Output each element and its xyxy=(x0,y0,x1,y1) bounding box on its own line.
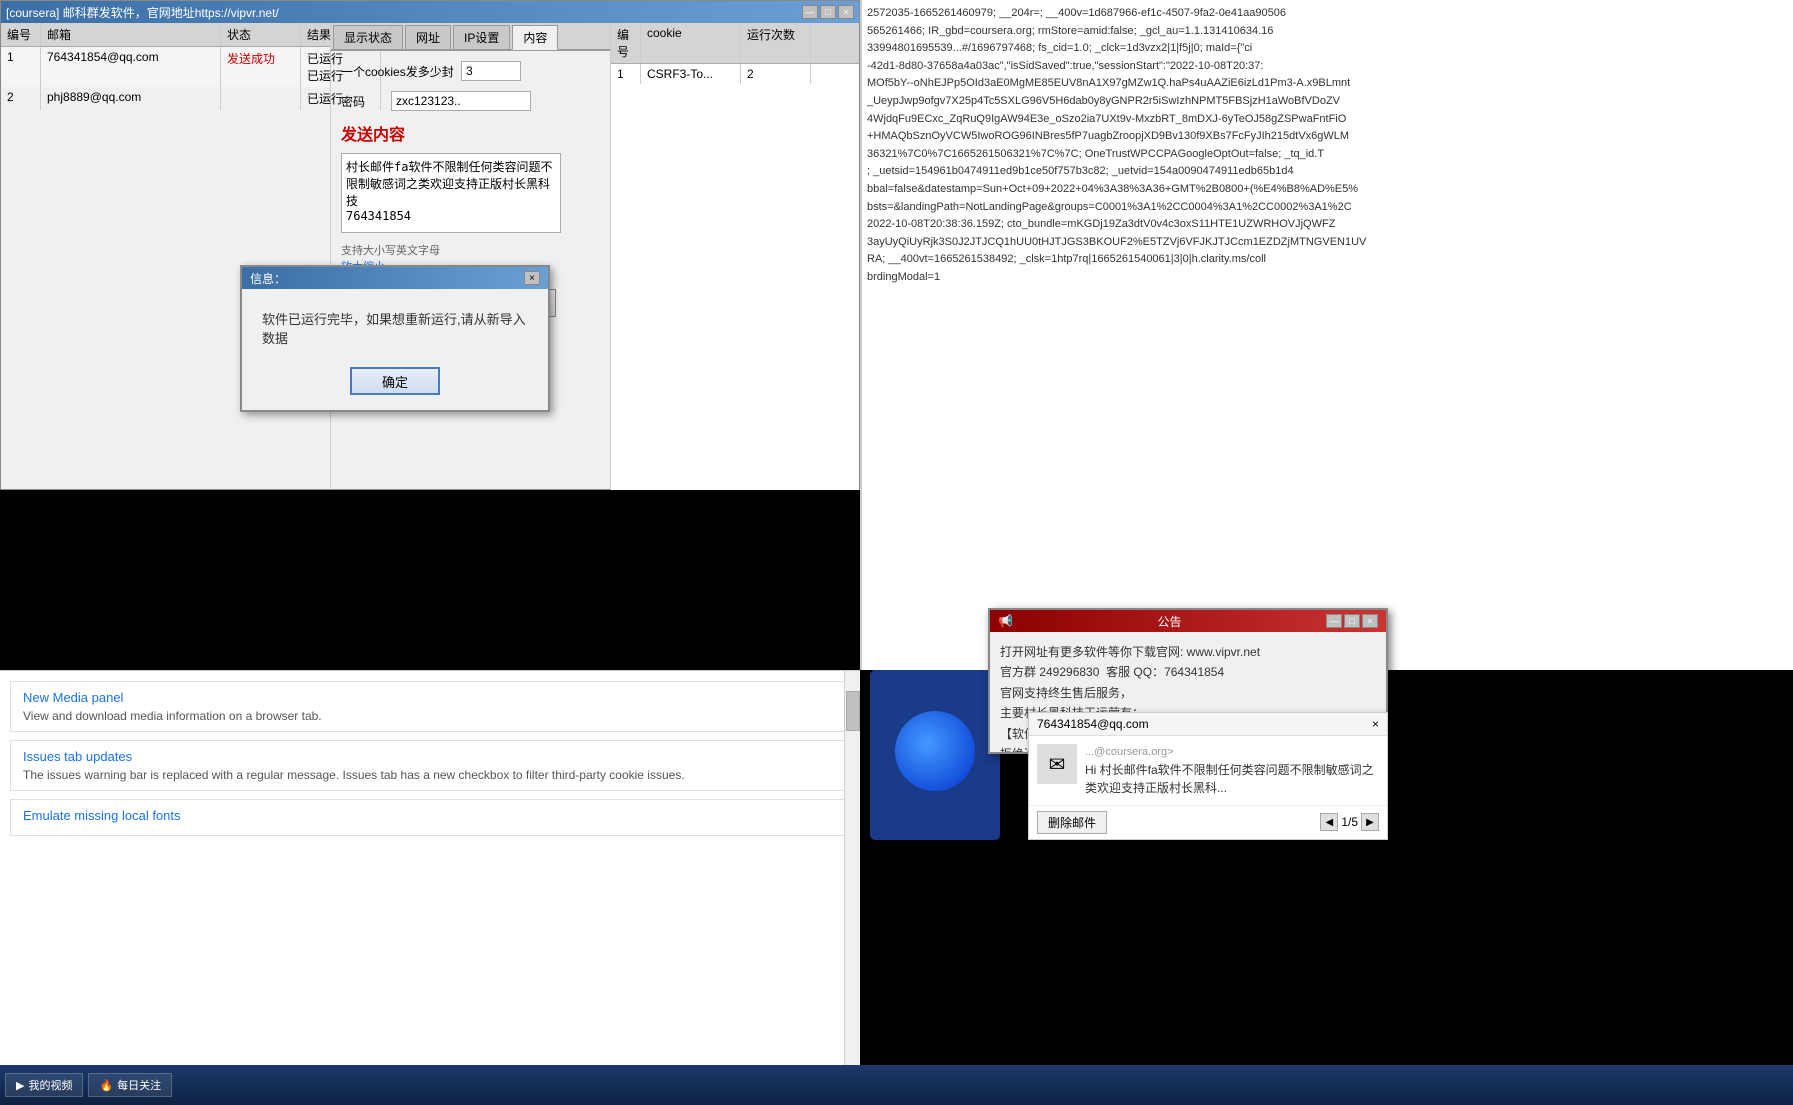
hint-text: 支持大小写英文字母 xyxy=(341,242,600,258)
log-text: 2572035-1665261460979; __204r=; __400v=1… xyxy=(867,5,1788,287)
password-row: 密码 xyxy=(341,91,600,111)
table-row[interactable]: 2 phj8889@qq.com 已运行 xyxy=(1,87,330,110)
extension-panel: New Media panel View and download media … xyxy=(0,670,860,1105)
gongao-title: 公告 xyxy=(1157,613,1181,630)
table-row[interactable]: 1 764341854@qq.com 发送成功 已运行已运行 xyxy=(1,47,330,87)
row1-status: 发送成功 xyxy=(221,47,301,87)
tab-network[interactable]: 网址 xyxy=(405,25,451,49)
send-content-title: 发送内容 xyxy=(341,121,600,145)
cookie-table-header: 编号 cookie 运行次数 xyxy=(611,23,859,64)
cookie-value: CSRF3-To... xyxy=(641,64,741,84)
cookie-row[interactable]: 1 CSRF3-To... 2 xyxy=(611,64,859,84)
email-nav: ◀ 1/5 ▶ xyxy=(1320,813,1379,831)
email-notif-title-bar: 764341854@qq.com × xyxy=(1029,713,1387,736)
gongao-min-btn[interactable]: — xyxy=(1326,614,1342,628)
dialog-close-btn[interactable]: × xyxy=(524,271,540,285)
channel-logo xyxy=(895,711,975,791)
tab-ip-settings[interactable]: IP设置 xyxy=(453,25,510,49)
video-icon: ▶ xyxy=(16,1079,24,1092)
row2-id: 2 xyxy=(1,87,41,110)
extension-item: Emulate missing local fonts xyxy=(10,799,850,836)
cookie-id: 1 xyxy=(611,64,641,84)
col-id: 编号 xyxy=(1,23,41,46)
row1-email: 764341854@qq.com xyxy=(41,47,221,87)
cookies-per-send-row: 一个cookies发多少封 xyxy=(341,61,600,81)
email-table-panel: 编号 邮箱 状态 结果 1 764341854@qq.com 发送成功 已运行已… xyxy=(1,23,331,491)
cookies-label: 一个cookies发多少封 xyxy=(341,63,461,80)
cookie-col-id: 编号 xyxy=(611,23,641,63)
dialog-title-bar: 信息： × xyxy=(242,267,548,289)
delete-email-btn[interactable]: 删除邮件 xyxy=(1037,811,1107,834)
tabs-bar: 显示状态 网址 IP设置 内容 xyxy=(331,23,610,51)
scrollbar-thumb[interactable] xyxy=(846,691,860,731)
cookie-table-panel: 编号 cookie 运行次数 1 CSRF3-To... 2 xyxy=(611,23,859,491)
password-input[interactable] xyxy=(391,91,531,111)
cookie-runs: 2 xyxy=(741,64,811,84)
table-header: 编号 邮箱 状态 结果 xyxy=(1,23,330,47)
email-notif-close-btn[interactable]: × xyxy=(1372,717,1379,731)
row2-email: phj8889@qq.com xyxy=(41,87,221,110)
email-notif-footer: 删除邮件 ◀ 1/5 ▶ xyxy=(1029,805,1387,839)
ext-desc-1: View and download media information on a… xyxy=(23,709,837,723)
ext-title-3[interactable]: Emulate missing local fonts xyxy=(23,808,837,823)
close-btn[interactable]: × xyxy=(838,5,854,19)
next-email-btn[interactable]: ▶ xyxy=(1361,813,1379,831)
col-status: 状态 xyxy=(221,23,301,46)
tab-content[interactable]: 内容 xyxy=(512,25,558,50)
main-window: [coursera] 邮科群发软件，官网地址https://vipvr.net/… xyxy=(0,0,860,490)
email-preview: Hi 村长邮件fa软件不限制任何类容问题不限制敏感词之类欢迎支持正版村长黑科..… xyxy=(1085,761,1379,797)
extension-item: Issues tab updates The issues warning ba… xyxy=(10,740,850,791)
email-notif-body: ✉ ...@coursera.org> Hi 村长邮件fa软件不限制任何类容问题… xyxy=(1029,736,1387,805)
dialog-content: 软件已运行完毕，如果想重新运行,请从新导入数据 xyxy=(242,289,548,362)
email-icon-box: ✉ xyxy=(1037,744,1077,784)
taskbar-item-follow[interactable]: 🔥 每日关注 xyxy=(88,1073,172,1097)
email-notif-text: ...@coursera.org> Hi 村长邮件fa软件不限制任何类容问题不限… xyxy=(1085,744,1379,797)
dialog-confirm-btn[interactable]: 确定 xyxy=(350,367,440,395)
log-content: 2572035-1665261460979; __204r=; __400v=1… xyxy=(862,0,1793,292)
channel-image-area xyxy=(870,670,1000,840)
col-email: 邮箱 xyxy=(41,23,221,46)
minimize-btn[interactable]: — xyxy=(802,5,818,19)
black-area xyxy=(0,490,860,670)
extension-list: New Media panel View and download media … xyxy=(0,671,860,854)
dialog-message: 软件已运行完毕，如果想重新运行,请从新导入数据 xyxy=(262,312,526,346)
email-from: ...@coursera.org> xyxy=(1085,744,1379,761)
taskbar-label-follow: 每日关注 xyxy=(117,1077,161,1093)
email-sender-account: 764341854@qq.com xyxy=(1037,717,1149,731)
row1-id: 1 xyxy=(1,47,41,87)
content-textarea[interactable]: 村长邮件fa软件不限制任何类容问题不限制敏感词之类欢迎支持正版村长黑科技 764… xyxy=(341,153,561,233)
cookies-input[interactable] xyxy=(461,61,521,81)
main-title-bar: [coursera] 邮科群发软件，官网地址https://vipvr.net/… xyxy=(1,1,859,23)
gongao-close-btn[interactable]: × xyxy=(1362,614,1378,628)
gongao-max-btn[interactable]: □ xyxy=(1344,614,1360,628)
cookie-col-cookie: cookie xyxy=(641,23,741,63)
taskbar: ▶ 我的视频 🔥 每日关注 xyxy=(0,1065,1793,1105)
gongao-icon: 📢 xyxy=(998,614,1013,628)
email-page-info: 1/5 xyxy=(1341,815,1358,829)
log-panel: 2572035-1665261460979; __204r=; __400v=1… xyxy=(860,0,1793,670)
gongao-title-bar: 📢 公告 — □ × xyxy=(990,610,1386,632)
form-panel: 显示状态 网址 IP设置 内容 一个cookies发多少封 密码 发送内容 村长… xyxy=(331,23,611,491)
ext-title-1[interactable]: New Media panel xyxy=(23,690,837,705)
main-window-title: [coursera] 邮科群发软件，官网地址https://vipvr.net/ xyxy=(6,4,279,21)
dialog-title: 信息： xyxy=(250,270,286,287)
email-notification: 764341854@qq.com × ✉ ...@coursera.org> H… xyxy=(1028,712,1388,840)
main-window-controls: — □ × xyxy=(802,5,854,19)
gongao-controls: — □ × xyxy=(1326,614,1378,628)
dialog-buttons: 确定 xyxy=(242,362,548,410)
password-label: 密码 xyxy=(341,93,391,110)
cookie-col-runs: 运行次数 xyxy=(741,23,811,63)
row2-status xyxy=(221,87,301,110)
tab-display-status[interactable]: 显示状态 xyxy=(333,25,403,49)
prev-email-btn[interactable]: ◀ xyxy=(1320,813,1338,831)
maximize-btn[interactable]: □ xyxy=(820,5,836,19)
info-dialog: 信息： × 软件已运行完毕，如果想重新运行,请从新导入数据 确定 xyxy=(240,265,550,412)
ext-title-2[interactable]: Issues tab updates xyxy=(23,749,837,764)
taskbar-item-video[interactable]: ▶ 我的视频 xyxy=(5,1073,83,1097)
ext-desc-2: The issues warning bar is replaced with … xyxy=(23,768,837,782)
email-icon: ✉ xyxy=(1049,752,1066,777)
extension-item: New Media panel View and download media … xyxy=(10,681,850,732)
taskbar-label-video: 我的视频 xyxy=(28,1077,72,1093)
fire-icon: 🔥 xyxy=(99,1079,113,1092)
